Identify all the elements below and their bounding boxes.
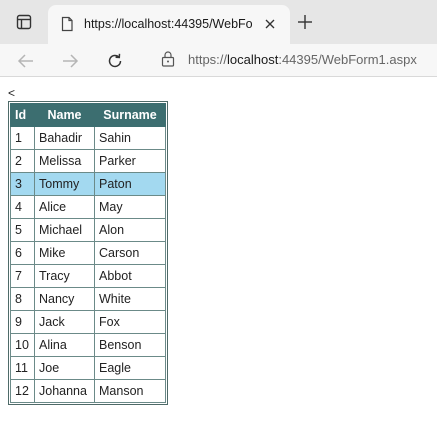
- header-row: Id Name Surname: [10, 103, 166, 127]
- cell-id: 2: [10, 149, 35, 173]
- cell-surname: Manson: [94, 379, 166, 403]
- table-row[interactable]: 2 Melissa Parker: [10, 149, 166, 173]
- table-row[interactable]: 10 Alina Benson: [10, 333, 166, 357]
- table-row[interactable]: 4 Alice May: [10, 195, 166, 219]
- table-row[interactable]: 9 Jack Fox: [10, 310, 166, 334]
- cell-surname: Carson: [94, 241, 166, 265]
- url-host: localhost: [227, 52, 279, 67]
- table-row[interactable]: 7 Tracy Abbot: [10, 264, 166, 288]
- refresh-icon[interactable]: [106, 52, 124, 70]
- cell-id: 3: [10, 172, 35, 196]
- cell-name: Alice: [34, 195, 95, 219]
- cell-id: 7: [10, 264, 35, 288]
- lock-icon[interactable]: [160, 50, 176, 68]
- cell-name: Melissa: [34, 149, 95, 173]
- page-content: < Id Name Surname 1 Bahadir Sahin 2 Melissa P…: [0, 77, 437, 424]
- cell-surname: Benson: [94, 333, 166, 357]
- url-scheme: https://: [188, 52, 228, 67]
- cell-surname: Alon: [94, 218, 166, 242]
- cell-id: 8: [10, 287, 35, 311]
- cell-surname: White: [94, 287, 166, 311]
- close-icon[interactable]: [264, 18, 276, 30]
- table-body: 1 Bahadir Sahin 2 Melissa Parker 3 Tommy Paton 4 A…: [10, 126, 166, 403]
- people-table: Id Name Surname 1 Bahadir Sahin 2 Melissa Par…: [10, 103, 166, 403]
- cell-surname: Sahin: [94, 126, 166, 150]
- browser-toolbar: https://localhost:44395/WebForm1.aspx: [0, 44, 437, 77]
- cell-name: Jack: [34, 310, 95, 334]
- cell-surname: May: [94, 195, 166, 219]
- cell-name: Alina: [34, 333, 95, 357]
- cell-surname: Paton: [94, 172, 166, 196]
- new-tab-icon[interactable]: [297, 14, 313, 30]
- cell-id: 4: [10, 195, 35, 219]
- cell-name: Joe: [34, 356, 95, 380]
- cell-name: Michael: [34, 218, 95, 242]
- cell-id: 12: [10, 379, 35, 403]
- page-icon: [61, 16, 73, 32]
- cell-id: 1: [10, 126, 35, 150]
- column-header-name: Name: [34, 103, 95, 127]
- cell-id: 6: [10, 241, 35, 265]
- cell-name: Mike: [34, 241, 95, 265]
- cell-surname: Parker: [94, 149, 166, 173]
- back-arrow-icon[interactable]: [17, 52, 35, 70]
- cell-name: Tracy: [34, 264, 95, 288]
- table-row[interactable]: 3 Tommy Paton: [10, 172, 166, 196]
- tab-strip: https://localhost:44395/WebForm1.aspx: [0, 0, 437, 44]
- tab-actions-icon[interactable]: [16, 14, 32, 30]
- table-row[interactable]: 5 Michael Alon: [10, 218, 166, 242]
- cell-surname: Abbot: [94, 264, 166, 288]
- table-row[interactable]: 11 Joe Eagle: [10, 356, 166, 380]
- cell-id: 5: [10, 218, 35, 242]
- address-bar[interactable]: https://localhost:44395/WebForm1.aspx: [188, 51, 437, 69]
- table-row[interactable]: 6 Mike Carson: [10, 241, 166, 265]
- table-row[interactable]: 8 Nancy White: [10, 287, 166, 311]
- url-path: :44395/WebForm1.aspx: [278, 52, 417, 67]
- back-link[interactable]: <: [8, 87, 15, 99]
- cell-surname: Eagle: [94, 356, 166, 380]
- table-row[interactable]: 1 Bahadir Sahin: [10, 126, 166, 150]
- tab-title: https://localhost:44395/WebForm1.aspx: [84, 17, 252, 31]
- column-header-id: Id: [10, 103, 35, 127]
- forward-arrow-icon[interactable]: [61, 52, 79, 70]
- cell-name: Johanna: [34, 379, 95, 403]
- cell-name: Bahadir: [34, 126, 95, 150]
- cell-surname: Fox: [94, 310, 166, 334]
- column-header-surname: Surname: [94, 103, 166, 127]
- table-row[interactable]: 12 Johanna Manson: [10, 379, 166, 403]
- cell-name: Tommy: [34, 172, 95, 196]
- cell-id: 11: [10, 356, 35, 380]
- cell-id: 10: [10, 333, 35, 357]
- cell-id: 9: [10, 310, 35, 334]
- data-grid: Id Name Surname 1 Bahadir Sahin 2 Melissa Par…: [8, 101, 168, 405]
- browser-tab[interactable]: https://localhost:44395/WebForm1.aspx: [48, 5, 290, 44]
- cell-name: Nancy: [34, 287, 95, 311]
